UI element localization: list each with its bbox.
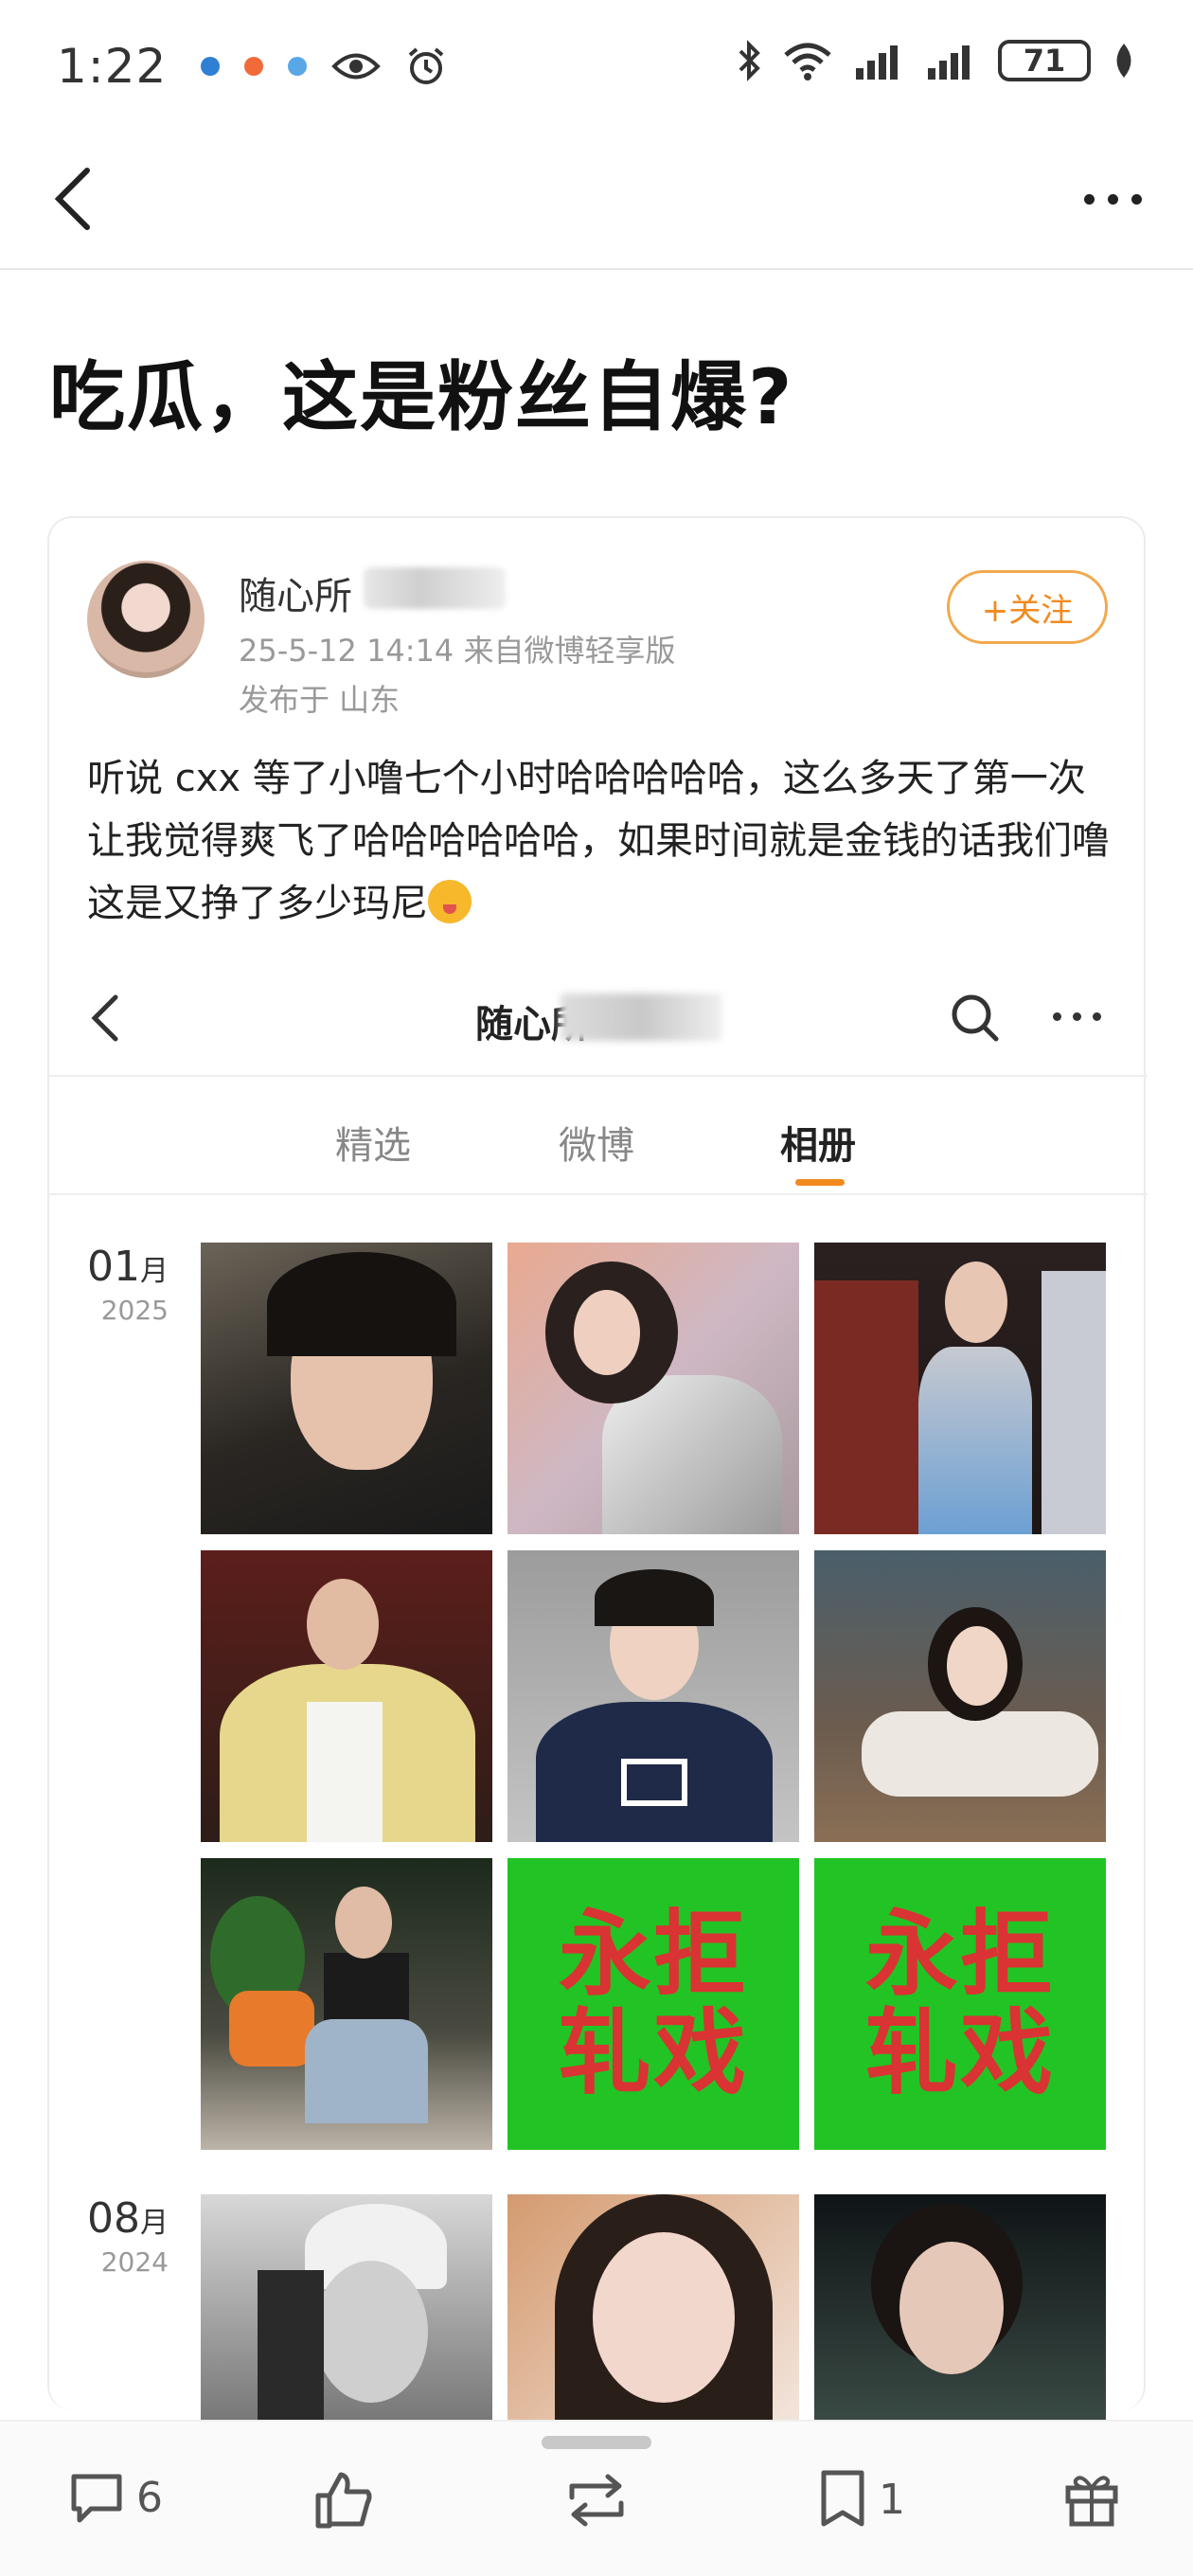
post-body: 听说 cxx 等了小噜七个小时哈哈哈哈哈，这么多天了第一次让我觉得爽飞了哈哈哈哈…: [87, 757, 1110, 925]
year-label: 2025: [100, 1295, 169, 1326]
year-label: 2024: [100, 2246, 169, 2278]
post-text: 听说 cxx 等了小噜七个小时哈哈哈哈哈，这么多天了第一次让我觉得爽飞了哈哈哈哈…: [87, 747, 1119, 935]
follow-button[interactable]: +关注: [947, 570, 1108, 644]
album-photo: [201, 1550, 492, 1842]
album-photo: [814, 1550, 1106, 1842]
repost-icon: [569, 2474, 624, 2527]
banner-image: 永拒 轧戏: [814, 1858, 1106, 2150]
repost-button[interactable]: [561, 2469, 632, 2531]
embedded-more-icon: [1053, 1012, 1101, 1021]
album-photo: [814, 1243, 1106, 1534]
embedded-back-icon: [91, 994, 118, 1042]
banner-line-2: 轧戏: [558, 1999, 748, 2107]
signal-icon: [928, 45, 970, 80]
wifi-icon: [784, 43, 831, 80]
month-unit: 月: [140, 1255, 169, 1288]
album-photo: [507, 1550, 799, 1842]
drag-handle[interactable]: [542, 2436, 651, 2449]
comment-button[interactable]: 6: [66, 2469, 163, 2526]
article-title: 吃瓜，这是粉丝自爆?: [49, 353, 794, 441]
name-redaction: [364, 567, 506, 609]
thumbs-up-icon: [315, 2472, 372, 2529]
status-bar: 1:22 71: [0, 0, 1193, 133]
bookmark-count: 1: [879, 2475, 905, 2524]
month-label: 01月 2025: [87, 1243, 169, 1326]
tab-weibo: 微博: [559, 1124, 634, 1168]
month-number: 01: [87, 1243, 140, 1291]
back-icon[interactable]: [38, 161, 114, 237]
comment-icon: [71, 2474, 122, 2523]
gift-icon: [1065, 2476, 1118, 2527]
bluetooth-icon: [739, 40, 760, 81]
month-label: 08月 2024: [87, 2194, 169, 2278]
post-card: 随心所 25-5-12 14:14 来自微博轻享版 发布于 山东 +关注 听说 …: [47, 516, 1148, 2422]
search-icon: [952, 994, 999, 1042]
month-unit: 月: [140, 2207, 169, 2240]
album-photo: [507, 2194, 799, 2422]
month-number: 08: [87, 2194, 140, 2243]
alarm-icon: [408, 47, 444, 84]
tab-album: 相册: [780, 1124, 856, 1168]
eye-icon: [331, 53, 382, 80]
battery-indicator: 71: [998, 40, 1091, 81]
album-photo: [201, 1243, 492, 1534]
banner-line-2: 轧戏: [864, 1999, 1055, 2107]
status-time: 1:22: [57, 39, 168, 94]
more-options-button[interactable]: [1070, 180, 1155, 218]
post-location: 发布于 山东: [239, 682, 401, 718]
app-notification-icon: [244, 57, 264, 76]
album-photo: [507, 1243, 799, 1534]
banner-line-1: 永拒: [864, 1901, 1055, 2009]
like-button[interactable]: [312, 2469, 375, 2531]
banner-image: 永拒 轧戏: [507, 1858, 799, 2150]
app-notification-icon: [201, 57, 221, 76]
tab-featured: 精选: [335, 1124, 411, 1168]
user-name[interactable]: 随心所: [239, 565, 352, 620]
top-nav: [0, 133, 1193, 270]
banner-line-1: 永拒: [558, 1901, 748, 2009]
album-photo: [201, 1858, 492, 2150]
tongue-emoji-icon: [428, 880, 472, 923]
avatar[interactable]: [87, 561, 205, 678]
album-photo: [814, 2194, 1106, 2422]
post-meta: 25-5-12 14:14 来自微博轻享版: [239, 633, 676, 669]
bottom-action-bar: 6 1: [0, 2420, 1193, 2576]
bookmark-icon: [821, 2470, 864, 2527]
leaf-icon: [1116, 44, 1131, 78]
gift-button[interactable]: [1062, 2469, 1121, 2528]
bookmark-button[interactable]: 1: [816, 2469, 905, 2530]
signal-icon: [856, 45, 898, 80]
embedded-nav: 随心所: [49, 954, 1148, 1077]
status-right: 71: [737, 40, 1136, 81]
comment-count: 6: [136, 2473, 163, 2522]
album-photo: [201, 2194, 492, 2422]
active-tab-indicator: [795, 1179, 845, 1186]
app-notification-icon: [288, 57, 308, 76]
notification-icons: [201, 45, 447, 87]
embedded-tabs: 精选 微博 相册: [49, 1077, 1148, 1195]
embedded-name-redaction: [561, 993, 721, 1041]
